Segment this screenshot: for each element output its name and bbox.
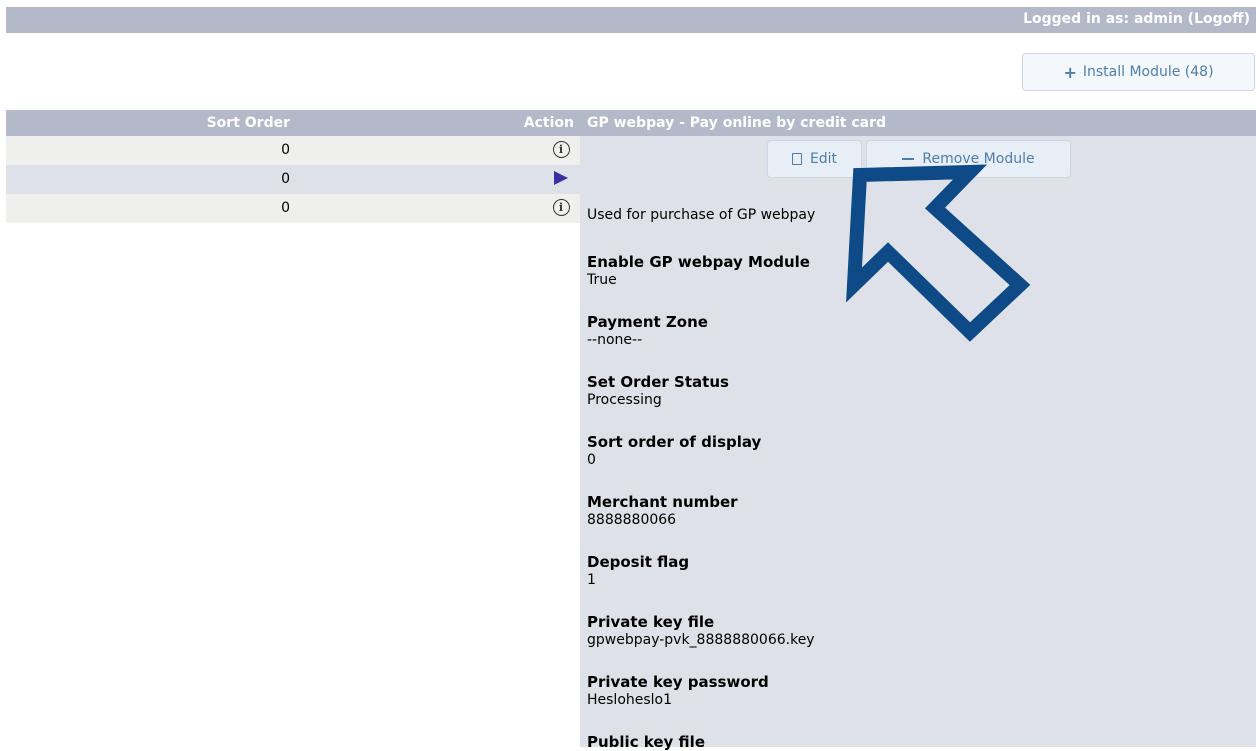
config-field: Private key password Hesloheslo1 [587, 673, 769, 709]
config-field: Merchant number 8888880066 [587, 493, 738, 529]
field-value: 8888880066 [587, 512, 677, 528]
install-module-label: Install Module (48) [1082, 64, 1214, 80]
field-label: Enable GP webpay Module [587, 253, 810, 271]
plus-icon: + [1063, 62, 1077, 82]
module-title: GP webpay - Pay online by credit card [580, 110, 1256, 136]
config-field: Private key file gpwebpay-pvk_8888880066… [587, 613, 815, 649]
play-icon [552, 169, 570, 187]
table-row-selected[interactable]: 0 [6, 165, 580, 194]
login-status: Logged in as: admin (Logoff) [1023, 11, 1250, 27]
config-field: Enable GP webpay Module True [587, 253, 810, 289]
arrow-pointer-icon [846, 164, 1031, 342]
sort-order-cell: 0 [281, 171, 290, 187]
top-bar: Logged in as: admin (Logoff) [6, 7, 1256, 33]
config-field: Set Order Status Processing [587, 373, 729, 409]
table-row[interactable]: 0 i [6, 136, 580, 165]
field-value: Hesloheslo1 [587, 692, 673, 708]
action-header: Action [523, 115, 574, 131]
field-label: Payment Zone [587, 313, 708, 331]
logoff-link[interactable]: Logoff [1194, 11, 1244, 27]
install-module-button[interactable]: + Install Module (48) [1022, 53, 1255, 91]
field-value: gpwebpay-pvk_8888880066.key [587, 632, 815, 648]
config-field: Payment Zone --none-- [587, 313, 708, 349]
field-value: Processing [587, 392, 662, 408]
config-field: Public key file [587, 733, 705, 751]
info-icon[interactable]: i [552, 198, 570, 216]
field-label: Public key file [587, 733, 705, 751]
login-status-suffix: ) [1243, 11, 1250, 27]
edit-label: Edit [809, 151, 838, 167]
field-value: 0 [587, 452, 596, 468]
login-status-text: Logged in as: admin ( [1023, 11, 1195, 27]
field-value: --none-- [587, 332, 643, 348]
info-icon[interactable]: i [552, 140, 570, 158]
config-field: Sort order of display 0 [587, 433, 761, 469]
field-value: True [587, 272, 617, 288]
document-icon [791, 153, 802, 165]
config-field: Deposit flag 1 [587, 553, 689, 589]
field-label: Merchant number [587, 493, 738, 511]
field-label: Sort order of display [587, 433, 762, 451]
field-label: Set Order Status [587, 373, 729, 391]
field-label: Private key file [587, 613, 715, 631]
field-label: Deposit flag [587, 553, 690, 571]
table-row[interactable]: 0 i [6, 194, 580, 223]
module-description: Used for purchase of GP webpay [587, 207, 816, 223]
sort-order-header: Sort Order [206, 115, 290, 131]
sort-order-cell: 0 [281, 142, 290, 158]
modules-table-header: Sort Order Action [6, 110, 580, 136]
field-value: 1 [587, 572, 596, 588]
sort-order-cell: 0 [281, 200, 290, 216]
field-label: Private key password [587, 673, 769, 691]
